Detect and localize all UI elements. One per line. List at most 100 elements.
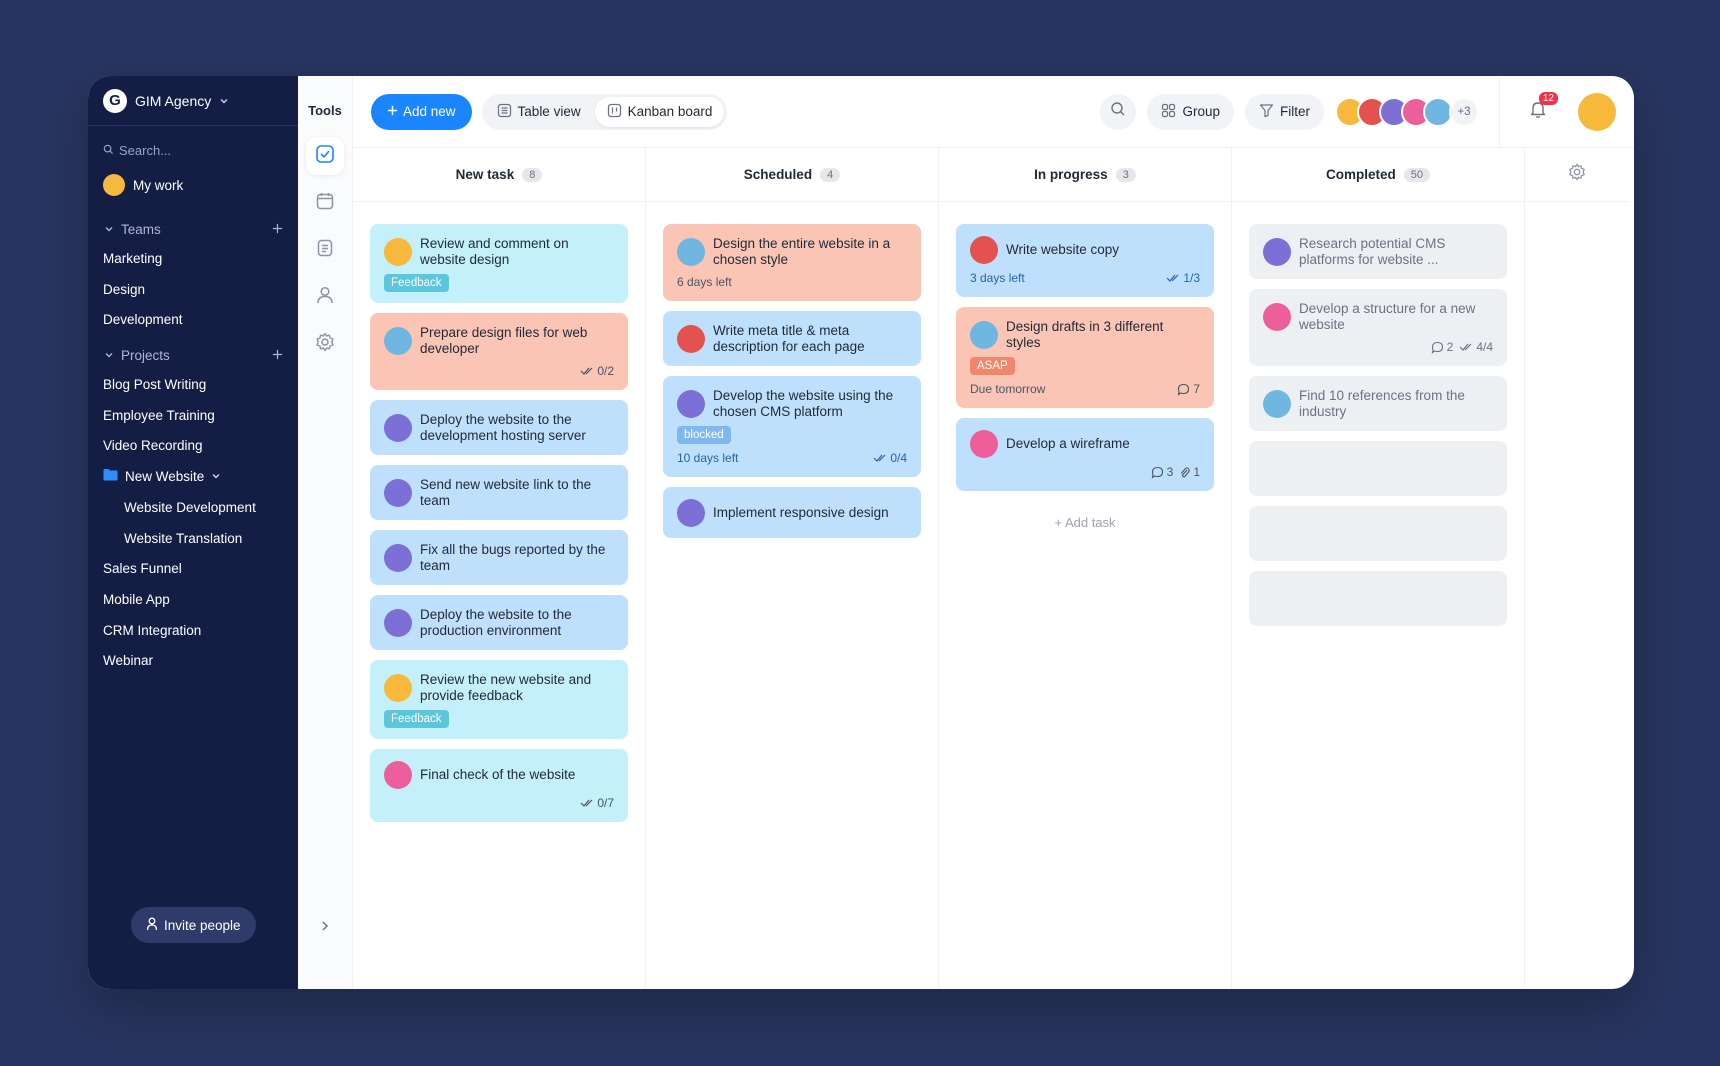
- group-button[interactable]: Group: [1147, 93, 1234, 130]
- avatar: [1263, 390, 1291, 418]
- user-avatar[interactable]: [1578, 92, 1616, 131]
- task-card[interactable]: Review the new website and provide feedb…: [370, 660, 628, 739]
- column-count-badge: 8: [522, 167, 543, 182]
- task-card[interactable]: Deploy the website to the production env…: [370, 595, 628, 650]
- task-card[interactable]: Review and comment on website design Feed…: [370, 224, 628, 303]
- task-card[interactable]: Write meta title & meta description for …: [663, 311, 921, 366]
- settings-tool-button[interactable]: [306, 325, 344, 363]
- avatar: [970, 430, 998, 458]
- search-button[interactable]: [1100, 93, 1137, 130]
- task-card[interactable]: Send new website link to the team: [370, 465, 628, 520]
- column-title: Scheduled: [743, 167, 813, 182]
- workspace-name: GIM Agency: [135, 92, 212, 109]
- add-new-label: Add new: [403, 104, 456, 119]
- due-date-text: 6 days left: [677, 275, 732, 289]
- invite-people-button[interactable]: Invite people: [131, 907, 256, 943]
- task-card[interactable]: Write website copy 3 days left 1/3: [956, 224, 1214, 297]
- task-card[interactable]: Develop the website using the chosen CMS…: [663, 376, 921, 477]
- teams-header[interactable]: Teams: [88, 218, 298, 240]
- add-team-plus-icon[interactable]: [272, 222, 283, 237]
- kanban-column: New task 8 Review and comment on website d…: [353, 148, 646, 989]
- sidebar-item-website-development[interactable]: Website Development: [88, 493, 298, 524]
- add-new-button[interactable]: Add new: [371, 93, 472, 130]
- my-work-link[interactable]: My work: [88, 172, 298, 198]
- kanban-column: Scheduled 4 Design the entire website in a…: [646, 148, 939, 989]
- task-title: Review and comment on website design: [420, 236, 569, 267]
- sidebar-item-website-translation[interactable]: Website Translation: [88, 524, 298, 555]
- add-task-button[interactable]: + Add task: [956, 515, 1214, 530]
- task-card[interactable]: Design drafts in 3 different styles ASAP D…: [956, 307, 1214, 408]
- task-card[interactable]: Find 10 references from the industry: [1249, 376, 1507, 431]
- comment-icon: [1177, 383, 1190, 396]
- task-card[interactable]: Prepare design files for web developer 0/…: [370, 313, 628, 390]
- sidebar-item-employee-training[interactable]: Employee Training: [88, 401, 298, 432]
- sidebar-item-mobile-app[interactable]: Mobile App: [88, 585, 298, 616]
- sidebar-item-video-recording[interactable]: Video Recording: [88, 431, 298, 462]
- notification-count-badge: 12: [1538, 91, 1558, 105]
- task-tag: blocked: [677, 426, 731, 444]
- more-members-count[interactable]: +3: [1449, 96, 1479, 127]
- task-title: Develop a structure for a new website: [1299, 301, 1476, 332]
- table-view-label: Table view: [517, 104, 581, 119]
- sidebar-search[interactable]: Search...: [88, 140, 298, 160]
- notifications-button[interactable]: 12: [1524, 91, 1558, 126]
- checklist-icon: [580, 366, 594, 376]
- avatar: [384, 479, 412, 507]
- person-icon: [315, 285, 335, 310]
- card-list: Design the entire website in a chosen st…: [646, 202, 938, 538]
- projects-header[interactable]: Projects: [88, 344, 298, 366]
- teams-label: Teams: [121, 221, 161, 237]
- board-settings[interactable]: [1525, 148, 1629, 202]
- avatar: [384, 414, 412, 442]
- kanban-column: Completed 50 Research potential CMS platfo…: [1232, 148, 1525, 989]
- avatar: [1263, 238, 1291, 266]
- workspace-logo: G: [103, 88, 127, 113]
- sidebar-folder-new-website[interactable]: New Website: [88, 462, 298, 493]
- task-card[interactable]: Design the entire website in a chosen st…: [663, 224, 921, 301]
- column-header[interactable]: In progress 3: [939, 148, 1231, 202]
- sidebar-item-design[interactable]: Design: [88, 275, 298, 306]
- task-card[interactable]: Fix all the bugs reported by the team: [370, 530, 628, 585]
- gear-icon: [1568, 163, 1586, 186]
- team-avatars[interactable]: +3: [1335, 96, 1479, 127]
- comment-count: 7: [1193, 382, 1200, 396]
- column-count-badge: 4: [820, 167, 841, 182]
- tasks-tool-button[interactable]: [306, 137, 344, 175]
- documents-tool-button[interactable]: [306, 231, 344, 269]
- sidebar-item-development[interactable]: Development: [88, 305, 298, 336]
- sidebar-item-blog-post-writing[interactable]: Blog Post Writing: [88, 370, 298, 401]
- chevron-down-icon: [104, 222, 114, 237]
- task-card[interactable]: Final check of the website 0/7: [370, 749, 628, 822]
- search-icon: [1110, 101, 1126, 122]
- plus-icon: [387, 104, 398, 119]
- sidebar-item-sales-funnel[interactable]: Sales Funnel: [88, 554, 298, 585]
- chevron-down-icon: [219, 96, 229, 106]
- avatar: [384, 609, 412, 637]
- task-title: Deploy the website to the development ho…: [420, 412, 586, 443]
- people-tool-button[interactable]: [306, 278, 344, 316]
- add-project-plus-icon[interactable]: [272, 348, 283, 363]
- task-card[interactable]: Implement responsive design: [663, 487, 921, 538]
- task-card[interactable]: Research potential CMS platforms for web…: [1249, 224, 1507, 279]
- filter-button[interactable]: Filter: [1245, 93, 1324, 130]
- task-title: Develop the website using the chosen CMS…: [713, 388, 894, 419]
- column-header[interactable]: Completed 50: [1232, 148, 1524, 202]
- workspace-switcher[interactable]: G GIM Agency: [88, 76, 298, 126]
- sidebar-item-crm-integration[interactable]: CRM Integration: [88, 616, 298, 647]
- task-title: Research potential CMS platforms for web…: [1299, 236, 1446, 267]
- calendar-tool-button[interactable]: [306, 184, 344, 222]
- task-title: Write meta title & meta description for …: [713, 323, 865, 354]
- table-view-tab[interactable]: Table view: [485, 97, 593, 127]
- sidebar-item-marketing[interactable]: Marketing: [88, 244, 298, 275]
- checklist-progress: 1/3: [1183, 271, 1200, 285]
- task-card[interactable]: Deploy the website to the development ho…: [370, 400, 628, 455]
- task-card[interactable]: Develop a structure for a new website 2 4/…: [1249, 289, 1507, 366]
- task-card[interactable]: Develop a wireframe 3 1: [956, 418, 1214, 491]
- column-header[interactable]: Scheduled 4: [646, 148, 938, 202]
- sidebar-item-webinar[interactable]: Webinar: [88, 646, 298, 677]
- kanban-board-tab[interactable]: Kanban board: [594, 96, 725, 127]
- task-title: Send new website link to the team: [420, 477, 592, 508]
- chevron-right-icon[interactable]: [320, 919, 330, 937]
- checklist-icon: [1166, 273, 1180, 283]
- column-header[interactable]: New task 8: [353, 148, 645, 202]
